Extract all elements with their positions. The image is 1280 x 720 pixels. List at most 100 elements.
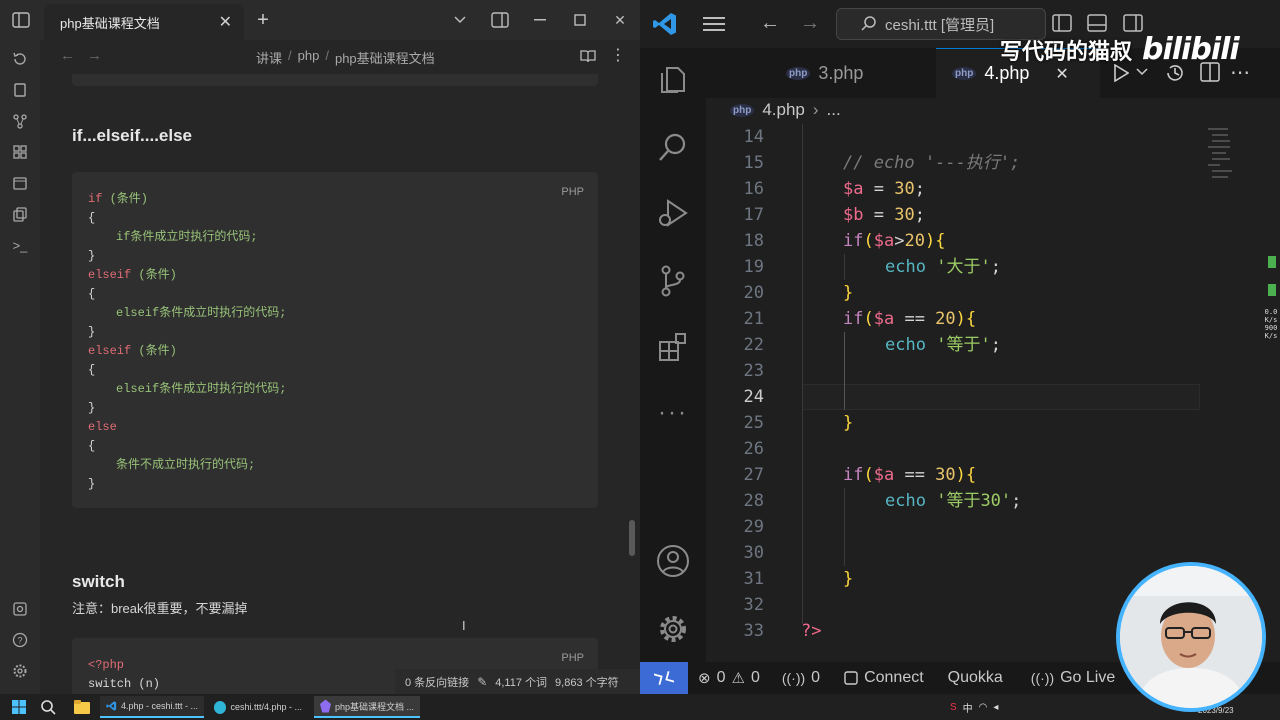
presenter-avatar bbox=[1120, 566, 1262, 708]
search-icon bbox=[861, 16, 876, 31]
scrollbar-thumb[interactable] bbox=[629, 520, 635, 556]
run-debug-icon[interactable] bbox=[640, 188, 706, 238]
graph-icon[interactable] bbox=[0, 107, 40, 135]
remote-icon bbox=[654, 671, 674, 685]
line-number: 32 bbox=[743, 595, 764, 615]
breadcrumb-symbol[interactable]: ... bbox=[827, 100, 841, 120]
tab-3-php[interactable]: php 3.php bbox=[770, 48, 934, 98]
code-line: else bbox=[88, 420, 117, 434]
quokka-item[interactable]: Quokka bbox=[948, 669, 1003, 687]
code-line: if (条件) bbox=[88, 192, 149, 206]
scrollbar-marker bbox=[1268, 256, 1276, 268]
editor-line: 22 echo '等于'; bbox=[706, 332, 1206, 358]
go-live-item[interactable]: ((·)) Go Live bbox=[1031, 669, 1115, 687]
broadcast-icon: ((·)) bbox=[781, 670, 806, 686]
window-close-icon[interactable]: ✕ bbox=[600, 2, 640, 38]
line-code: echo '等于'; bbox=[885, 335, 1001, 355]
search-icon[interactable] bbox=[40, 699, 56, 715]
code-block-ifelse[interactable]: PHP if (条件) {if条件成立时执行的代码;} elseif (条件) {el… bbox=[72, 172, 598, 508]
ports-indicator[interactable]: ((·)) 0 bbox=[782, 669, 820, 687]
more-views-icon[interactable]: ··· bbox=[640, 388, 706, 438]
back-arrow-icon[interactable]: ← bbox=[60, 47, 75, 64]
maximize-icon[interactable] bbox=[560, 2, 600, 38]
line-number: 21 bbox=[743, 309, 764, 329]
taskbar-app-vscode[interactable]: 4.php - ceshi.ttt - ... bbox=[100, 696, 204, 718]
editor-line: 26 bbox=[706, 436, 1206, 462]
layout-panel-icon[interactable] bbox=[1087, 14, 1107, 32]
chevron-down-icon[interactable] bbox=[440, 2, 480, 38]
chevron-right-icon: › bbox=[812, 100, 819, 119]
forward-arrow-icon[interactable]: → bbox=[800, 12, 820, 35]
minimize-icon[interactable] bbox=[520, 2, 560, 38]
editor-line: 18 if($a>20){ bbox=[706, 228, 1206, 254]
notes-navbar: ← → 讲课 / php / php基础课程文档 ⋮ bbox=[40, 40, 640, 74]
volume-icon: ◂ bbox=[993, 702, 999, 713]
line-number: 26 bbox=[743, 439, 764, 459]
watermark-text: 写代码的猫叔 bbox=[1000, 39, 1133, 65]
edit-pen-icon[interactable]: ✎ bbox=[477, 675, 487, 689]
taskbar-app-browser[interactable]: ceshi.ttt/4.php - ... bbox=[208, 696, 308, 718]
forward-arrow-icon[interactable]: → bbox=[87, 47, 102, 64]
back-arrow-icon[interactable]: ← bbox=[760, 12, 780, 35]
close-icon[interactable]: ✕ bbox=[219, 12, 232, 32]
vault-icon[interactable] bbox=[0, 595, 40, 623]
breadcrumb-file[interactable]: 4.php bbox=[762, 100, 805, 120]
problems-indicator[interactable]: ⊗ 0 ⚠ 0 bbox=[698, 669, 760, 687]
tab-php-doc[interactable]: php基础课程文档 ✕ bbox=[44, 4, 244, 40]
warning-icon: ⚠ bbox=[731, 670, 745, 687]
reading-view-icon[interactable] bbox=[580, 49, 596, 63]
help-icon[interactable]: ? bbox=[0, 626, 40, 654]
line-code: $a = 30; bbox=[843, 179, 925, 199]
split-view-icon[interactable] bbox=[480, 2, 520, 38]
explorer-icon[interactable] bbox=[640, 54, 706, 104]
calendar-icon[interactable] bbox=[0, 169, 40, 197]
copy-icon[interactable] bbox=[0, 200, 40, 228]
note-content[interactable]: if...elseif....else PHP if (条件) {if条件成立时执… bbox=[40, 74, 640, 694]
canvas-icon[interactable] bbox=[0, 138, 40, 166]
quokka-label: Quokka bbox=[947, 669, 1003, 686]
scrollbar-marker bbox=[1268, 284, 1276, 296]
heading-ifelse: if...elseif....else bbox=[72, 126, 193, 145]
new-tab-icon[interactable]: + bbox=[252, 8, 274, 32]
taskbar-app-notes[interactable]: php基础课程文档 ... bbox=[314, 696, 420, 718]
account-icon[interactable] bbox=[640, 536, 706, 586]
system-tray[interactable]: S 中 ◠ ◂ bbox=[950, 700, 998, 715]
source-control-icon[interactable] bbox=[640, 256, 706, 306]
chevron-down-icon[interactable] bbox=[1136, 68, 1148, 76]
line-number: 18 bbox=[743, 231, 764, 251]
taskbar-app-label: ceshi.ttt/4.php - ... bbox=[230, 702, 302, 712]
code-line: elseif (条件) bbox=[88, 268, 177, 282]
line-number: 20 bbox=[743, 283, 764, 303]
webcam-overlay bbox=[1116, 562, 1266, 712]
error-count: 0 bbox=[716, 669, 726, 686]
backlinks-count[interactable]: 0 条反向链接 bbox=[405, 674, 469, 690]
line-code: if($a>20){ bbox=[843, 231, 946, 251]
breadcrumb-item[interactable]: 讲课 bbox=[256, 48, 282, 67]
manage-gear-icon[interactable] bbox=[640, 604, 706, 654]
search-text: ceshi.ttt [管理员] bbox=[885, 16, 995, 34]
layout-sidebar-icon[interactable] bbox=[1052, 14, 1072, 32]
more-options-icon[interactable]: ⋮ bbox=[610, 45, 626, 65]
line-code: if($a == 30){ bbox=[843, 465, 977, 485]
windows-start-icon[interactable] bbox=[12, 700, 26, 714]
breadcrumb-item[interactable]: php bbox=[298, 48, 320, 67]
code-lang-label: PHP bbox=[561, 186, 584, 198]
sidebar-toggle-icon[interactable] bbox=[10, 10, 32, 30]
file-icon[interactable] bbox=[0, 76, 40, 104]
connect-item[interactable]: Connect bbox=[844, 669, 924, 687]
terminal-icon[interactable]: >_ bbox=[0, 231, 40, 259]
breadcrumb-item[interactable]: php基础课程文档 bbox=[335, 48, 435, 67]
layout-secondary-icon[interactable] bbox=[1123, 14, 1143, 32]
code-line: } bbox=[88, 249, 96, 263]
remote-indicator[interactable] bbox=[640, 662, 688, 694]
open-recent-icon[interactable] bbox=[0, 45, 40, 73]
editor-line: 23 bbox=[706, 358, 1206, 384]
menu-icon[interactable] bbox=[703, 16, 725, 32]
minimap[interactable] bbox=[1206, 124, 1266, 204]
file-explorer-icon[interactable] bbox=[74, 700, 90, 714]
search-icon[interactable] bbox=[640, 122, 706, 172]
code-lang-label: PHP bbox=[561, 652, 584, 664]
extensions-icon[interactable] bbox=[640, 322, 706, 372]
settings-icon[interactable] bbox=[0, 657, 40, 685]
go-live-label: Go Live bbox=[1060, 669, 1116, 686]
